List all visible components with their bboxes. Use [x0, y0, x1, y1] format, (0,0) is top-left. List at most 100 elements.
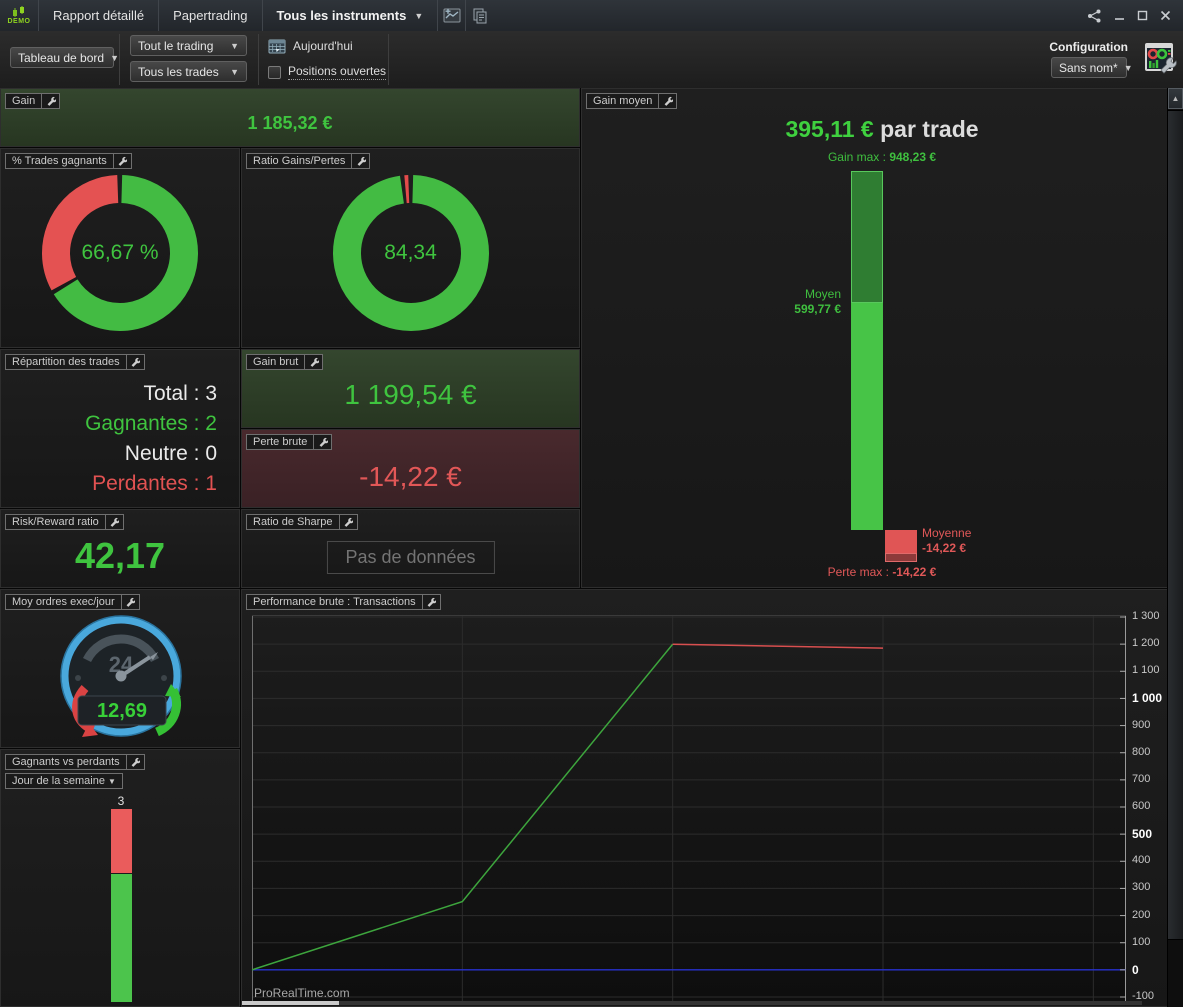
panel-sharpe: Ratio de Sharpe Pas de données	[241, 509, 580, 588]
repartition-total: Total : 3	[143, 382, 217, 405]
tab-papertrading[interactable]: Papertrading	[158, 0, 261, 31]
y-tick-label: 900	[1132, 718, 1151, 731]
panel-pct-trades-gagnants: % Trades gagnants 66,67 %	[0, 148, 240, 348]
configuration-dropdown[interactable]: Sans nom* ▼	[1051, 57, 1133, 78]
moyenne-label: Moyenne -14,22 €	[922, 526, 972, 555]
performance-line-chart	[251, 615, 1126, 1002]
y-tick-label: 800	[1132, 745, 1151, 758]
wrench-icon[interactable]	[126, 354, 145, 370]
view-dropdown[interactable]: Tableau de bord ▼	[10, 47, 119, 68]
candlestick-logo-icon	[13, 6, 24, 17]
wrench-icon[interactable]	[42, 93, 61, 109]
vertical-scrollbar[interactable]: ▲	[1167, 88, 1183, 1007]
pct-trades-donut-chart: 66,67 %	[36, 169, 204, 337]
panel-perte-brute: Perte brute -14,22 €	[241, 429, 580, 508]
trades-filter-dropdown[interactable]: Tous les trades ▼	[130, 61, 247, 82]
gain-average-bar	[851, 303, 883, 530]
horizontal-scrollbar[interactable]	[242, 1001, 1142, 1005]
open-positions-control[interactable]: Positions ouvertes	[268, 64, 387, 80]
y-tick-label: 500	[1132, 827, 1153, 842]
moyen-label: Moyen 599,77 €	[794, 287, 841, 316]
tab-rapport-detaille[interactable]: Rapport détaillé	[38, 0, 158, 31]
panel-repartition-title: Répartition des trades	[5, 354, 127, 370]
repartition-gagnantes: Gagnantes : 2	[85, 412, 217, 435]
open-chart-button[interactable]	[437, 0, 465, 31]
perte-max-label: Perte max : -14,22 €	[827, 565, 937, 579]
panel-performance: Performance brute : Transactions -100 0 10…	[241, 589, 1168, 1007]
pct-trades-value: 66,67 %	[81, 241, 159, 264]
panel-pct-title: % Trades gagnants	[5, 153, 114, 169]
chevron-down-icon: ▼	[230, 40, 239, 51]
wrench-icon[interactable]	[422, 594, 441, 610]
instruments-dropdown[interactable]: Tous les instruments ▼	[261, 0, 438, 31]
close-button[interactable]	[1160, 10, 1171, 21]
ratio-value: 84,34	[384, 241, 437, 264]
configuration-label: Configuration	[1049, 40, 1128, 54]
wrench-icon[interactable]	[314, 434, 333, 450]
repartition-perdantes: Perdantes : 1	[92, 472, 217, 495]
perte-brute-value: -14,22 €	[359, 461, 462, 492]
wrench-icon[interactable]	[121, 594, 140, 610]
y-tick-label: 0	[1132, 962, 1139, 977]
panel-gain-moyen-title: Gain moyen	[586, 93, 660, 109]
y-tick-label: 1 100	[1132, 664, 1160, 677]
panel-gain-brut-title: Gain brut	[246, 354, 306, 370]
wrench-icon[interactable]	[105, 514, 124, 530]
chevron-down-icon: ▼	[414, 10, 424, 21]
panel-gagnants-title: Gagnants vs perdants	[5, 754, 127, 770]
wrench-icon[interactable]	[352, 153, 371, 169]
panel-risk-reward: Risk/Reward ratio 42,17	[0, 509, 240, 588]
today-control[interactable]: Aujourd'hui	[268, 38, 353, 54]
panel-gain: Gain 1 185,32 €	[0, 88, 580, 147]
wrench-icon[interactable]	[305, 354, 324, 370]
loss-average-bar	[885, 530, 917, 553]
y-tick-label: 1 200	[1132, 637, 1160, 650]
wrench-icon[interactable]	[126, 754, 145, 770]
y-tick-label: 600	[1132, 800, 1151, 812]
window-controls	[1087, 0, 1183, 31]
panel-sharpe-title: Ratio de Sharpe	[246, 514, 340, 530]
ratio-donut-chart: 84,34	[327, 169, 495, 337]
y-tick-label: 1 000	[1132, 691, 1163, 706]
risk-reward-value: 42,17	[74, 535, 166, 576]
gain-brut-value: 1 199,54 €	[344, 379, 477, 410]
dashboard-config-button[interactable]	[1143, 42, 1177, 77]
scroll-up-button[interactable]: ▲	[1168, 88, 1183, 109]
wrench-icon[interactable]	[339, 514, 358, 530]
panel-gain-moyen: Gain moyen 395,11 € par trade Gain max :…	[581, 88, 1168, 588]
y-tick-label: 1 300	[1132, 610, 1160, 622]
toolbar-separator	[258, 34, 259, 85]
toolbar-separator	[388, 34, 389, 85]
panel-performance-title: Performance brute : Transactions	[246, 594, 423, 610]
share-icon[interactable]	[1087, 9, 1102, 23]
y-tick-label: 300	[1132, 881, 1151, 894]
winning-trades-bar	[111, 874, 132, 1002]
y-tick-label: 700	[1132, 772, 1151, 785]
gain-moyen-bar-chart	[582, 89, 1167, 587]
orders-per-day-value: 12,69	[97, 700, 147, 722]
performance-chart-canvas	[251, 615, 1126, 1002]
chevron-down-icon: ▼	[230, 66, 239, 77]
y-tick-label: 200	[1132, 908, 1151, 921]
trading-scope-dropdown[interactable]: Tout le trading ▼	[130, 35, 247, 56]
panel-gagnants-perdants: Gagnants vs perdants Jour de la semaine …	[0, 749, 240, 1007]
maximize-button[interactable]	[1137, 10, 1148, 21]
copy-report-button[interactable]	[465, 0, 493, 31]
open-positions-checkbox[interactable]	[268, 65, 281, 79]
vertical-scrollbar-thumb[interactable]	[1168, 110, 1183, 940]
wrench-icon[interactable]	[113, 153, 132, 169]
y-tick-label: 400	[1132, 854, 1151, 867]
minimize-button[interactable]	[1114, 10, 1125, 21]
orders-per-day-gauge-icon: 24 12,69	[60, 615, 182, 737]
chevron-down-icon: ▼	[110, 52, 119, 63]
panel-risk-reward-title: Risk/Reward ratio	[5, 514, 106, 530]
calendar-icon	[268, 39, 286, 54]
panel-repartition: Répartition des trades Total : 3 Gagnant…	[0, 349, 240, 508]
repartition-neutre: Neutre : 0	[124, 442, 217, 465]
loss-range-bar	[885, 553, 917, 562]
wrench-icon[interactable]	[659, 93, 678, 109]
grouping-dropdown[interactable]: Jour de la semaine ▼	[5, 773, 123, 789]
y-tick-label: 100	[1132, 935, 1151, 948]
horizontal-scrollbar-thumb[interactable]	[242, 1001, 339, 1005]
watermark: ProRealTime.com	[254, 986, 350, 1000]
